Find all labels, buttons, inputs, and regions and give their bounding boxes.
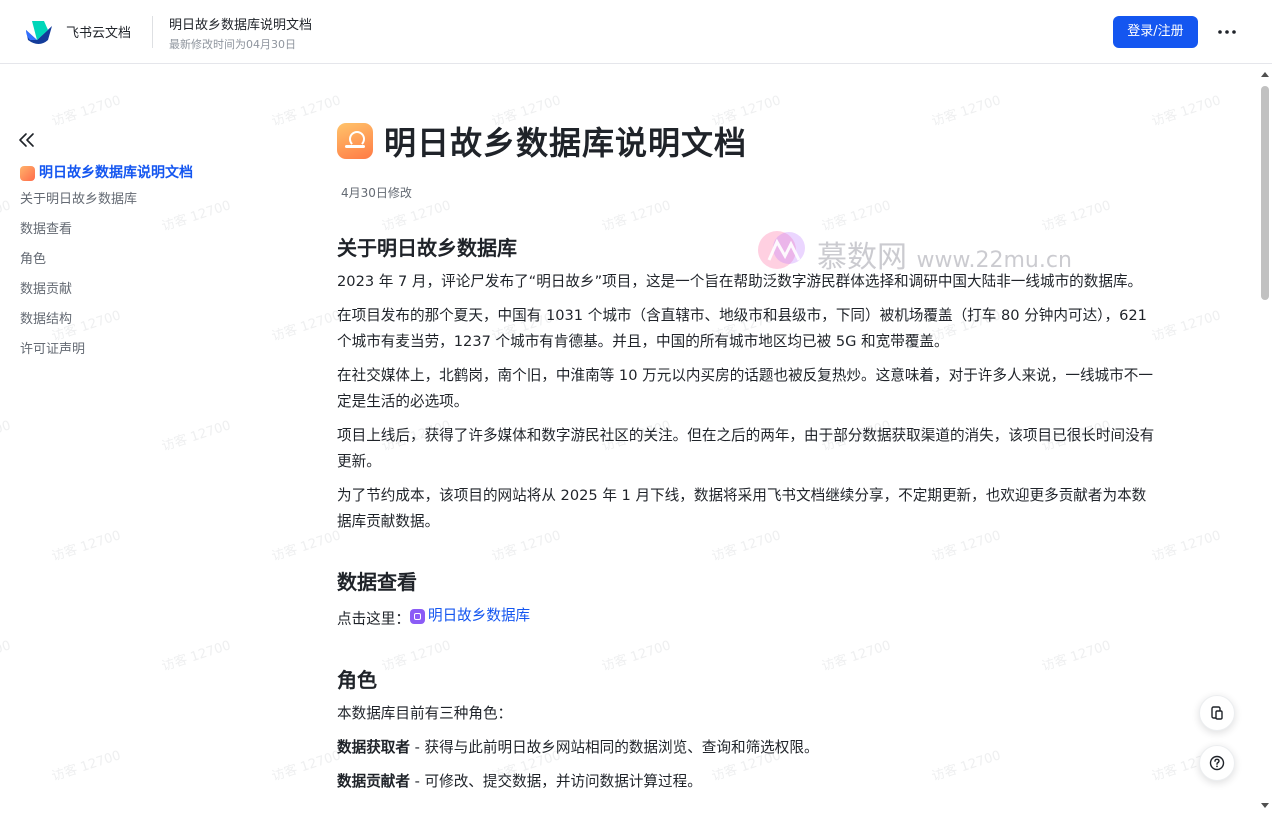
role-name: 数据贡献者: [337, 772, 410, 790]
modified-date: 4月30日修改: [341, 186, 412, 200]
toc-item-data-view[interactable]: 数据查看: [20, 218, 280, 248]
heading-roles: 角色: [337, 667, 377, 692]
header-divider: [152, 16, 153, 48]
watermark-text: 访客 12700: [50, 748, 123, 785]
doc-emoji-icon[interactable]: [337, 123, 373, 159]
scroll-down-arrow-icon[interactable]: [1260, 802, 1270, 810]
watermark-text: 访客 12700: [0, 638, 13, 674]
top-header: 飞书云文档 明日故乡数据库说明文档 最新修改时间为04月30日 登录/注册: [0, 0, 1272, 64]
header-doc-title: 明日故乡数据库说明文档: [169, 18, 313, 33]
paragraph: 在项目发布的那个夏天，中国有 1031 个城市（含直辖市、地级市和县级市，下同）…: [337, 307, 1147, 350]
role-desc: - 可修改、提交数据，并访问数据计算过程。: [409, 772, 702, 790]
document-body: 明日故乡数据库说明文档 4月30日修改 关于明日故乡数据库 2023 年 7 月…: [337, 118, 1157, 803]
more-options-icon[interactable]: [1214, 20, 1240, 44]
document-copy-icon: [1211, 706, 1223, 720]
help-button[interactable]: [1199, 745, 1235, 781]
link-prefix: 点击这里：: [337, 610, 410, 628]
paragraph: 2023 年 7 月，评论尸发布了“明日故乡”项目，这是一个旨在帮助泛数字游民群…: [337, 273, 1143, 290]
database-link[interactable]: 明日故乡数据库: [409, 603, 531, 629]
brand-name[interactable]: 飞书云文档: [66, 22, 131, 41]
heading-data-view: 数据查看: [337, 570, 417, 594]
toc-item-roles[interactable]: 角色: [20, 248, 280, 278]
data-link-paragraph: 点击这里： 明日故乡数据库: [337, 603, 1157, 633]
heading-about: 关于明日故乡数据库: [337, 236, 517, 260]
watermark-text: 访客 12700: [50, 93, 123, 130]
watermark-text: 访客 12700: [1150, 93, 1223, 130]
paragraph: 在社交媒体上，北鹤岗，南个旧，中淮南等 10 万元以内买房的话题也被反复热炒。这…: [337, 367, 1153, 410]
login-register-button[interactable]: 登录/注册: [1113, 16, 1198, 48]
watermark-text: 访客 12700: [270, 528, 343, 565]
collapse-sidebar-icon[interactable]: [18, 132, 36, 148]
watermark-text: 访客 12700: [1150, 308, 1223, 345]
toc-item-data-contribution[interactable]: 数据贡献: [20, 278, 280, 308]
document-title: 明日故乡数据库说明文档: [384, 124, 748, 162]
bitable-icon: [409, 608, 425, 624]
toc-item-license[interactable]: 许可证声明: [20, 338, 280, 368]
watermark-text: 访客 12700: [270, 748, 343, 785]
doc-emoji-icon: [20, 165, 35, 181]
watermark-text: 访客 12700: [0, 418, 13, 454]
toc-item-data-structure[interactable]: 数据结构: [20, 308, 280, 338]
database-link-text: 明日故乡数据库: [427, 607, 531, 624]
toc-item-about[interactable]: 关于明日故乡数据库: [20, 188, 280, 218]
scroll-up-arrow-icon[interactable]: [1260, 70, 1270, 78]
role-desc: - 获得与此前明日故乡网站相同的数据浏览、查询和筛选权限。: [409, 738, 819, 756]
watermark-text: 访客 12700: [0, 198, 13, 234]
paragraph: 为了节约成本，该项目的网站将从 2025 年 1 月下线，数据将采用飞书文档继续…: [337, 487, 1147, 530]
toc-item-label: 明日故乡数据库说明文档: [39, 165, 193, 181]
watermark-text: 访客 12700: [160, 418, 233, 455]
role-item: 数据获取者 - 获得与此前明日故乡网站相同的数据浏览、查询和筛选权限。: [337, 735, 1157, 761]
watermark-text: 访客 12700: [160, 638, 233, 675]
watermark-text: 访客 12700: [270, 93, 343, 130]
scrollbar-thumb[interactable]: [1261, 86, 1269, 300]
role-item: 数据贡献者 - 可修改、提交数据，并访问数据计算过程。: [337, 769, 1157, 795]
paragraph: 本数据库目前有三种角色：: [337, 704, 513, 722]
help-question-icon: [1209, 755, 1225, 771]
paragraph: 项目上线后，获得了许多媒体和数字游民社区的关注。但在之后的两年，由于部分数据获取…: [337, 427, 1155, 470]
document-title-row: 明日故乡数据库说明文档: [337, 118, 1157, 164]
header-doc-meta: 最新修改时间为04月30日: [169, 38, 296, 51]
toc-item-doc-title[interactable]: 明日故乡数据库说明文档: [20, 158, 280, 188]
feishu-logo-icon[interactable]: [24, 18, 54, 46]
role-name: 数据获取者: [337, 738, 410, 756]
table-of-contents: 明日故乡数据库说明文档 关于明日故乡数据库 数据查看 角色 数据贡献 数据结构 …: [20, 158, 280, 368]
watermark-text: 访客 12700: [1150, 528, 1223, 565]
copy-link-button[interactable]: [1199, 695, 1235, 731]
watermark-text: 访客 12700: [50, 528, 123, 565]
